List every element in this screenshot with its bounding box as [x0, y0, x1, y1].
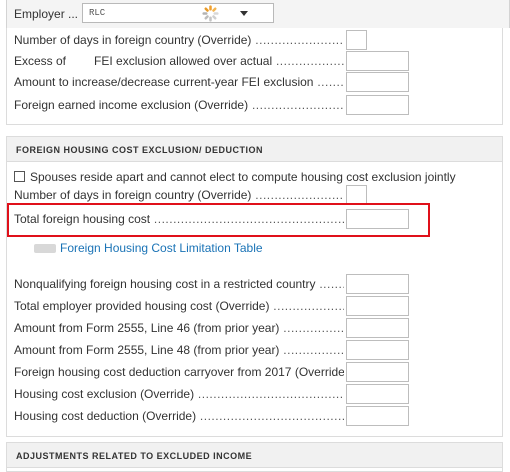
days-foreign-override-row: Number of days in foreign country (Overr…	[7, 30, 504, 50]
excess-fei-label: Excess of FEI exclusion allowed over actu…	[14, 54, 273, 68]
adjustments-panel: ADJUSTMENTS RELATED TO EXCLUDED INCOME	[6, 442, 503, 472]
housing-section-header: FOREIGN HOUSING COST EXCLUSION/ DEDUCTIO…	[7, 137, 502, 162]
housing-days-input[interactable]	[346, 185, 367, 205]
line48-label: Amount from Form 2555, Line 48 (from pri…	[14, 343, 280, 357]
chevron-down-icon[interactable]	[240, 11, 248, 16]
nonqualifying-cost-label: Nonqualifying foreign housing cost in a …	[14, 277, 316, 291]
housing-deduction-label: Housing cost deduction (Override)	[14, 409, 197, 423]
housing-days-label: Number of days in foreign country (Overr…	[14, 188, 252, 202]
employer-housing-row: Total employer provided housing cost (Ov…	[7, 296, 504, 316]
excess-fei-input[interactable]	[346, 51, 409, 71]
fei-panel: Number of days in foreign country (Overr…	[6, 28, 503, 125]
housing-days-row: Number of days in foreign country (Overr…	[7, 185, 504, 205]
housing-panel: FOREIGN HOUSING COST EXCLUSION/ DEDUCTIO…	[6, 136, 503, 437]
employer-bar: Employer ... RLC	[6, 0, 510, 28]
redacted-text	[34, 244, 56, 254]
housing-limitation-link-label: Foreign Housing Cost Limitation Table	[60, 241, 263, 255]
days-foreign-override-label: Number of days in foreign country (Overr…	[14, 33, 252, 47]
housing-exclusion-row: Housing cost exclusion (Override)	[7, 384, 504, 404]
spouses-apart-checkbox[interactable]	[14, 171, 25, 182]
line48-input[interactable]	[346, 340, 409, 360]
adjustments-section-header: ADJUSTMENTS RELATED TO EXCLUDED INCOME	[7, 443, 502, 468]
line46-row: Amount from Form 2555, Line 46 (from pri…	[7, 318, 504, 338]
housing-limitation-link[interactable]: Foreign Housing Cost Limitation Table	[34, 241, 263, 255]
excess-fei-row: Excess of FEI exclusion allowed over actu…	[7, 51, 504, 71]
nonqualifying-cost-input[interactable]	[346, 274, 409, 294]
spouses-apart-label: Spouses reside apart and cannot elect to…	[30, 170, 456, 184]
housing-exclusion-input[interactable]	[346, 384, 409, 404]
highlight-box	[7, 203, 430, 237]
employer-selected-value: RLC	[89, 8, 106, 18]
employer-label: Employer ...	[14, 7, 79, 21]
fei-adjust-label: Amount to increase/decrease current-year…	[14, 75, 314, 89]
fei-override-input[interactable]	[346, 95, 409, 115]
carryover-row: Foreign housing cost deduction carryover…	[7, 362, 504, 382]
line48-row: Amount from Form 2555, Line 48 (from pri…	[7, 340, 504, 360]
loading-spinner-icon	[202, 5, 219, 22]
nonqualifying-cost-row: Nonqualifying foreign housing cost in a …	[7, 274, 504, 294]
carryover-label: Foreign housing cost deduction carryover…	[14, 365, 344, 379]
carryover-input[interactable]	[346, 362, 409, 382]
fei-adjust-row: Amount to increase/decrease current-year…	[7, 72, 504, 92]
employer-housing-input[interactable]	[346, 296, 409, 316]
fei-override-row: Foreign earned income exclusion (Overrid…	[7, 95, 504, 115]
redacted-text	[69, 57, 92, 67]
employer-housing-label: Total employer provided housing cost (Ov…	[14, 299, 270, 313]
employer-select[interactable]: RLC	[82, 3, 274, 23]
line46-input[interactable]	[346, 318, 409, 338]
housing-exclusion-label: Housing cost exclusion (Override)	[14, 387, 195, 401]
housing-deduction-row: Housing cost deduction (Override)	[7, 406, 504, 426]
fei-override-label: Foreign earned income exclusion (Overrid…	[14, 98, 249, 112]
days-foreign-override-input[interactable]	[346, 30, 367, 50]
fei-adjust-input[interactable]	[346, 72, 409, 92]
housing-deduction-input[interactable]	[346, 406, 409, 426]
spouses-apart-row[interactable]: Spouses reside apart and cannot elect to…	[14, 170, 456, 184]
line46-label: Amount from Form 2555, Line 46 (from pri…	[14, 321, 280, 335]
